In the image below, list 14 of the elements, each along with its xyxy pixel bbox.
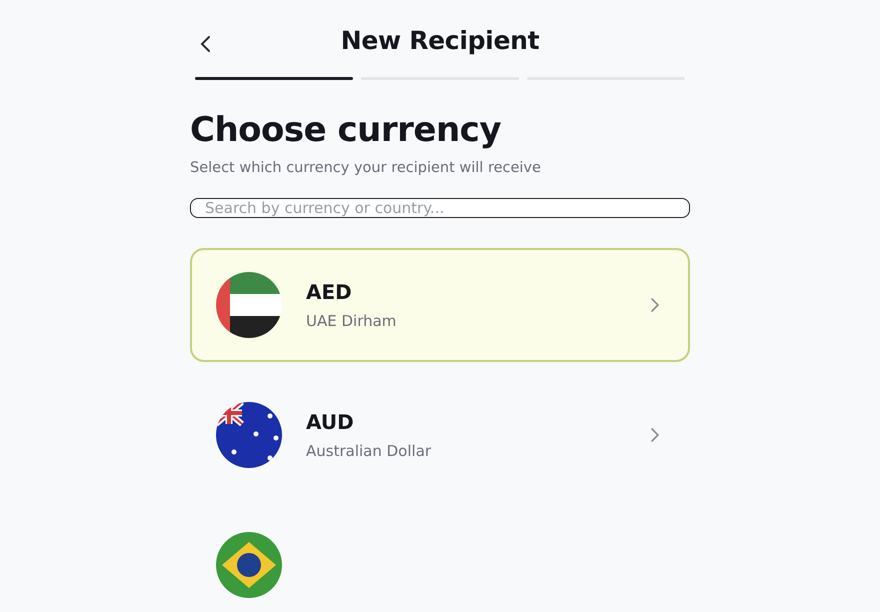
currency-item[interactable]: AUD Australian Dollar [190, 378, 690, 492]
chevron-right-icon [650, 297, 660, 313]
currency-code: AED [306, 280, 353, 304]
section-subtitle: Select which currency your recipient will receive [190, 160, 542, 176]
flag-icon [216, 272, 282, 338]
currency-name: Australian Dollar [306, 442, 432, 460]
currency-code: AUD [306, 410, 355, 434]
currency-item[interactable]: AED UAE Dirham [190, 248, 690, 362]
section-heading: Choose currency [190, 110, 502, 150]
search-field[interactable]: Search by currency or country... [190, 198, 690, 218]
chevron-right-icon [650, 427, 660, 443]
chevron-left-icon [200, 35, 212, 53]
page-title: New Recipient [340, 26, 540, 55]
currency-name: UAE Dirham [306, 312, 398, 330]
